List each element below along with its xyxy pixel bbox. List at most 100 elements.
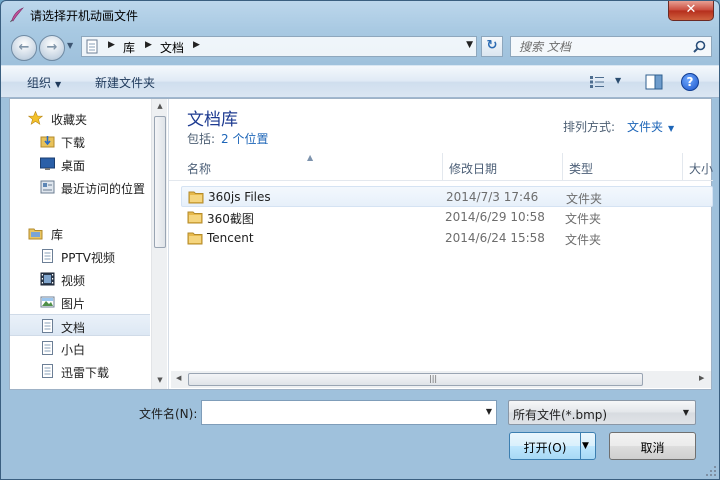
preview-pane-icon[interactable]	[645, 74, 663, 90]
breadcrumb-documents[interactable]: 文档	[160, 39, 184, 56]
breadcrumb-separator-icon[interactable]: ▶	[145, 40, 152, 50]
scroll-down-icon[interactable]: ▼	[152, 376, 168, 384]
sidebar-item-label: 最近访问的位置	[61, 182, 146, 196]
breadcrumb-library[interactable]: 库	[123, 39, 135, 56]
filename-input[interactable]	[202, 401, 476, 424]
file-type: 文件夹	[565, 212, 602, 226]
close-button[interactable]: ✕	[668, 1, 714, 21]
picture-library-icon	[40, 296, 55, 308]
back-arrow-icon: ←	[18, 40, 30, 55]
star-icon	[28, 111, 43, 125]
sidebar-item-pictures[interactable]: 图片	[10, 291, 150, 313]
scroll-left-icon[interactable]: ◀	[176, 374, 181, 382]
window-title: 请选择开机动画文件	[30, 9, 139, 23]
column-header-name[interactable]: 名称	[181, 153, 443, 181]
filetype-select[interactable]: 所有文件(*.bmp) ▼	[508, 400, 696, 425]
library-doc-icon	[86, 39, 98, 54]
sidebar-item-label: 下载	[61, 136, 86, 150]
view-list-icon	[590, 76, 604, 88]
content-area: 收藏夹 下载 桌面 最近访问的位置 库 PPTV视频 视频 图片 文档 小白 迅…	[9, 98, 713, 390]
sidebar-item-libraries[interactable]: 库	[10, 222, 150, 244]
table-row[interactable]: Tencent 2014/6/24 15:58 文件夹	[181, 228, 713, 249]
sidebar-item-downloads[interactable]: 下载	[10, 130, 150, 152]
open-button-label: 打开(O)	[523, 441, 567, 455]
column-header-size[interactable]: 大小	[683, 153, 719, 181]
table-row[interactable]: 360js Files 2014/7/3 17:46 文件夹	[181, 186, 713, 207]
library-title: 文档库	[187, 110, 238, 130]
forward-button[interactable]: →	[39, 35, 65, 61]
scroll-up-icon[interactable]: ▲	[152, 102, 168, 110]
scrollbar-thumb[interactable]	[154, 116, 166, 248]
file-name: 360js Files	[208, 190, 271, 204]
navigation-pane-scrollbar[interactable]: ▲ ▼	[151, 99, 167, 389]
desktop-icon	[40, 157, 55, 170]
search-icon	[693, 40, 706, 53]
search-input[interactable]	[511, 37, 691, 56]
address-bar[interactable]: ▶ 库 ▶ 文档 ▶ ▼	[81, 36, 477, 57]
library-includes: 包括: 2 个位置	[187, 130, 269, 147]
grip-icon: |||	[429, 374, 438, 383]
breadcrumb-separator-icon[interactable]: ▶	[193, 40, 200, 50]
sidebar-item-label: 收藏夹	[51, 113, 88, 127]
column-header-date[interactable]: 修改日期	[443, 153, 563, 181]
document-icon	[42, 364, 53, 378]
file-date: 2014/7/3 17:46	[446, 190, 539, 204]
command-toolbar: 组织 ▼ 新建文件夹 ▼ ?	[1, 65, 719, 98]
sidebar-item-label: 小白	[61, 343, 86, 357]
scrollbar-thumb[interactable]: |||	[188, 373, 643, 386]
file-list-hscrollbar[interactable]: ◀ ||| ▶	[171, 371, 711, 388]
sidebar-item-documents[interactable]: 文档	[10, 314, 150, 336]
new-folder-button[interactable]: 新建文件夹	[95, 74, 155, 91]
close-icon: ✕	[685, 2, 697, 17]
video-library-icon	[40, 272, 55, 286]
document-icon	[42, 341, 53, 355]
scroll-right-icon[interactable]: ▶	[699, 374, 704, 382]
sidebar-item-recent-places[interactable]: 最近访问的位置	[10, 176, 150, 198]
sidebar-item-xiaobai[interactable]: 小白	[10, 337, 150, 359]
sidebar-item-thunder-downloads[interactable]: 迅雷下载	[10, 360, 150, 382]
organize-button[interactable]: 组织 ▼	[27, 74, 61, 91]
refresh-icon: ↻	[486, 38, 498, 53]
includes-locations-link[interactable]: 2 个位置	[221, 132, 268, 146]
filename-combobox[interactable]: ▼	[201, 400, 497, 425]
cancel-button[interactable]: 取消	[609, 432, 696, 460]
document-icon	[42, 249, 53, 263]
cancel-button-label: 取消	[640, 441, 665, 455]
sidebar-item-videos[interactable]: 视频	[10, 268, 150, 290]
change-view-button[interactable]: ▼	[589, 74, 629, 92]
download-folder-icon	[40, 136, 55, 148]
open-button[interactable]: 打开(O) ▼	[509, 432, 596, 460]
sidebar-item-label: PPTV视频	[61, 251, 116, 265]
sidebar-item-label: 迅雷下载	[61, 366, 110, 380]
table-row[interactable]: 360截图 2014/6/29 10:58 文件夹	[181, 207, 713, 228]
sidebar-item-label: 库	[51, 228, 64, 242]
sidebar-item-favorites[interactable]: 收藏夹	[10, 107, 150, 129]
file-open-dialog: 请选择开机动画文件 ✕ ← → ▼ ▶ 库 ▶ 文档 ▶ ▼ ↻ 组织▼ 新建文…	[0, 0, 720, 480]
recent-pages-dropdown-icon[interactable]: ▼	[67, 41, 77, 55]
breadcrumb-separator-icon[interactable]: ▶	[108, 40, 115, 50]
help-icon[interactable]: ?	[681, 73, 699, 91]
organize-label: 组织	[27, 76, 52, 90]
back-button[interactable]: ←	[11, 35, 37, 61]
chevron-down-icon: ▼	[668, 124, 675, 133]
chevron-down-icon: ▼	[615, 76, 622, 85]
address-dropdown-icon[interactable]: ▼	[466, 40, 473, 50]
search-box[interactable]	[510, 36, 712, 57]
resize-grip-icon[interactable]	[705, 465, 717, 477]
chevron-down-icon: ▼	[55, 80, 62, 89]
filetype-value: 所有文件(*.bmp)	[513, 408, 608, 422]
file-type: 文件夹	[565, 233, 602, 247]
arrange-by-dropdown[interactable]: 文件夹 ▼	[627, 118, 674, 135]
document-icon	[42, 319, 53, 333]
title-bar[interactable]: 请选择开机动画文件 ✕	[1, 1, 719, 29]
chevron-down-icon[interactable]: ▼	[486, 407, 492, 416]
refresh-button[interactable]: ↻	[481, 36, 503, 57]
column-header-type[interactable]: 类型	[563, 153, 683, 181]
file-date: 2014/6/29 10:58	[445, 210, 545, 224]
sidebar-item-label: 图片	[61, 297, 86, 311]
sidebar-item-desktop[interactable]: 桌面	[10, 153, 150, 175]
library-icon	[28, 228, 43, 240]
sidebar-item-pptv-videos[interactable]: PPTV视频	[10, 245, 150, 267]
open-options-dropdown-icon[interactable]: ▼	[582, 441, 589, 451]
sidebar-item-label: 视频	[61, 274, 86, 288]
